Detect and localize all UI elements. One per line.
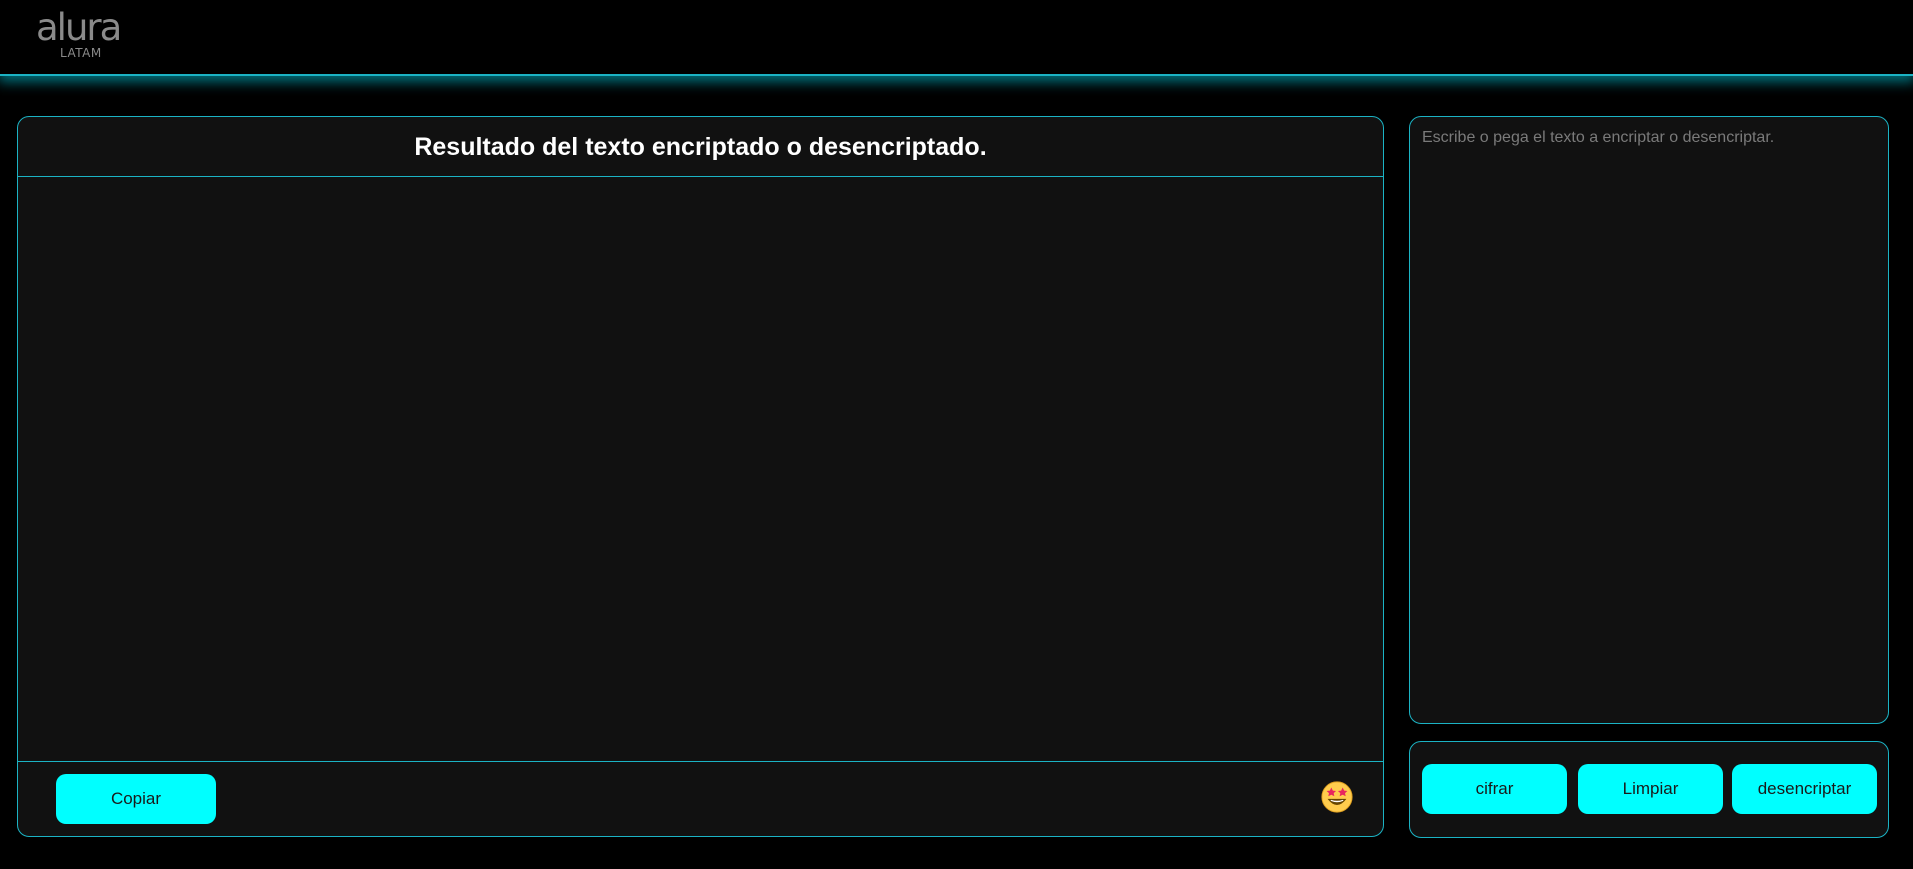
star-struck-emoji-icon (1321, 781, 1353, 813)
clear-button[interactable]: Limpiar (1578, 764, 1723, 814)
result-output (18, 177, 1383, 762)
result-panel: Resultado del texto encriptado o desencr… (17, 116, 1384, 837)
encrypt-button[interactable]: cifrar (1422, 764, 1567, 814)
alura-logo[interactable]: alura LATAM (36, 8, 122, 62)
logo-main-text: alura (36, 6, 122, 49)
header: alura LATAM (0, 0, 1913, 76)
result-title-bar: Resultado del texto encriptado o desencr… (18, 117, 1383, 177)
decrypt-button[interactable]: desencriptar (1732, 764, 1877, 814)
text-input[interactable] (1410, 117, 1888, 723)
result-footer: Copiar (18, 762, 1383, 836)
logo-sub-text: LATAM (60, 46, 102, 60)
input-panel (1409, 116, 1889, 724)
actions-panel: cifrar Limpiar desencriptar (1409, 741, 1889, 838)
copy-button[interactable]: Copiar (56, 774, 216, 824)
result-title: Resultado del texto encriptado o desencr… (414, 133, 987, 161)
